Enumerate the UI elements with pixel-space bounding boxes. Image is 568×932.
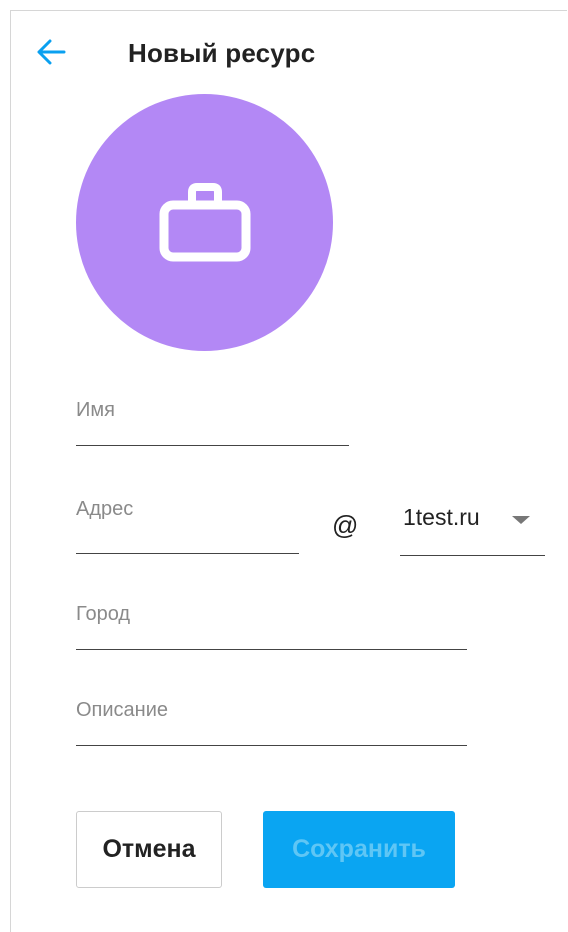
city-input[interactable] bbox=[76, 620, 467, 643]
cancel-button[interactable]: Отмена bbox=[76, 811, 222, 888]
caret-down-icon bbox=[512, 516, 530, 524]
at-sign: @ bbox=[332, 510, 359, 540]
name-field[interactable]: Имя bbox=[76, 380, 349, 446]
description-field[interactable]: Описание bbox=[76, 680, 467, 746]
domain-value: 1test.ru bbox=[403, 504, 480, 530]
address-field[interactable]: Адрес bbox=[76, 480, 299, 554]
page-title: Новый ресурс bbox=[128, 38, 316, 68]
name-input[interactable] bbox=[76, 416, 349, 439]
description-input[interactable] bbox=[76, 716, 467, 739]
arrow-left-icon bbox=[37, 39, 66, 65]
briefcase-icon bbox=[159, 182, 250, 261]
address-input[interactable] bbox=[76, 524, 299, 547]
resource-avatar[interactable] bbox=[76, 94, 333, 351]
back-button[interactable] bbox=[34, 36, 68, 68]
city-field[interactable]: Город bbox=[76, 584, 467, 650]
save-button[interactable]: Сохранить bbox=[263, 811, 455, 888]
domain-select[interactable]: 1test.ru bbox=[400, 496, 545, 556]
address-label: Адрес bbox=[76, 498, 134, 520]
